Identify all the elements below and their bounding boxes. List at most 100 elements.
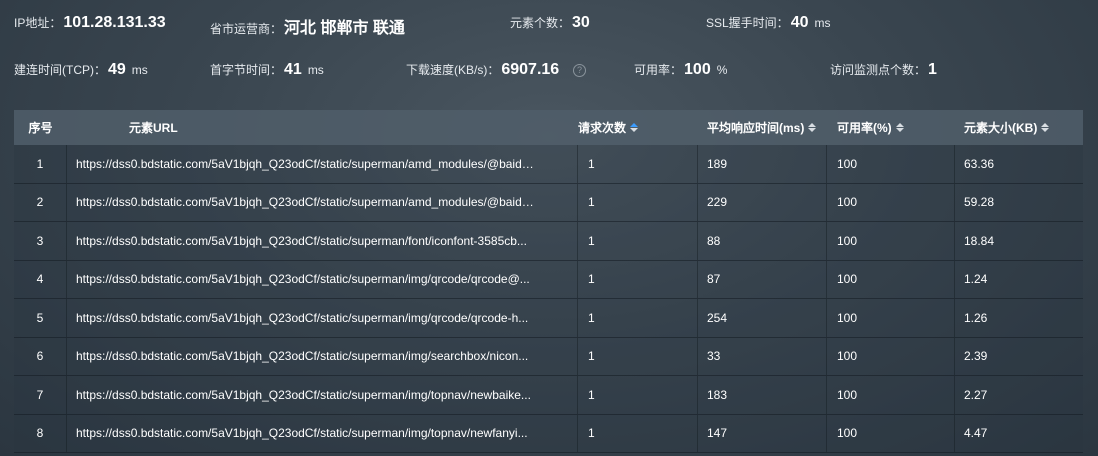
stat-tcp-value: 49 — [108, 61, 126, 78]
cell-avg-response: 33 — [698, 337, 827, 375]
cell-url: https://dss0.bdstatic.com/5aV1bjqh_Q23od… — [67, 222, 578, 260]
cell-url: https://dss0.bdstatic.com/5aV1bjqh_Q23od… — [67, 337, 578, 375]
table-row[interactable]: 4 https://dss0.bdstatic.com/5aV1bjqh_Q23… — [14, 260, 1083, 299]
cell-url: https://dss0.bdstatic.com/5aV1bjqh_Q23od… — [67, 414, 578, 452]
header-size-label: 元素大小(KB) — [964, 121, 1038, 135]
table-header: 序号 元素URL 请求次数 平均响应时间(ms) 可用率(%) 元素大小(KB) — [14, 110, 1083, 145]
cell-request-count: 1 — [578, 222, 698, 260]
cell-request-count: 1 — [578, 260, 698, 298]
cell-size: 18.84 — [964, 233, 995, 248]
stat-ssl-value: 40 — [790, 14, 809, 31]
header-url: 元素URL — [67, 110, 578, 145]
cell-availability: 100 — [827, 337, 955, 375]
stat-ip: IP地址： 101.28.131.33 — [14, 14, 166, 32]
stat-isp: 省市运营商： 河北 邯郸市 联通 — [210, 14, 405, 38]
cell-index: 5 — [14, 299, 67, 337]
header-availability[interactable]: 可用率(%) — [827, 110, 955, 145]
stat-ip-label: IP地址： — [14, 16, 62, 30]
cell-availability: 100 — [827, 376, 955, 414]
cell-avg-response: 183 — [698, 376, 827, 414]
stat-isp-value: 河北 邯郸市 联通 — [284, 20, 405, 37]
stat-isp-label: 省市运营商： — [210, 22, 283, 36]
table-row[interactable]: 6 https://dss0.bdstatic.com/5aV1bjqh_Q23… — [14, 337, 1083, 376]
header-request-count-label: 请求次数 — [578, 121, 627, 135]
cell-url-text: https://dss0.bdstatic.com/5aV1bjqh_Q23od… — [76, 156, 536, 171]
sort-icon[interactable] — [1041, 123, 1050, 132]
cell-avg-response: 254 — [698, 299, 827, 337]
header-index: 序号 — [14, 110, 67, 145]
table-row[interactable]: 3 https://dss0.bdstatic.com/5aV1bjqh_Q23… — [14, 222, 1083, 261]
cell-url-text: https://dss0.bdstatic.com/5aV1bjqh_Q23od… — [76, 387, 531, 402]
stat-tcp: 建连时间(TCP)： 49 ms — [14, 61, 148, 79]
cell-url-text: https://dss0.bdstatic.com/5aV1bjqh_Q23od… — [76, 272, 530, 287]
cell-request-count: 1 — [578, 299, 698, 337]
cell-size: 1.26 — [964, 310, 988, 325]
cell-request-count: 1 — [578, 337, 698, 375]
stat-availability-value: 100 — [684, 61, 711, 78]
header-index-label: 序号 — [28, 121, 53, 135]
cell-availability: 100 — [827, 222, 955, 260]
stat-ttfb: 首字节时间： 41 ms — [210, 61, 324, 79]
cell-size: 63.36 — [964, 156, 995, 171]
cell-url-text: https://dss0.bdstatic.com/5aV1bjqh_Q23od… — [76, 195, 536, 210]
stat-ssl: SSL握手时间： 40 ms — [706, 14, 830, 32]
cell-index: 1 — [14, 145, 67, 183]
stat-ssl-unit: ms — [814, 16, 831, 30]
cell-index: 6 — [14, 337, 67, 375]
header-avg-response[interactable]: 平均响应时间(ms) — [698, 110, 827, 145]
cell-index: 3 — [14, 222, 67, 260]
sort-icon[interactable] — [895, 123, 904, 132]
cell-availability: 100 — [827, 145, 955, 183]
table-row[interactable]: 2 https://dss0.bdstatic.com/5aV1bjqh_Q23… — [14, 183, 1083, 222]
cell-url: https://dss0.bdstatic.com/5aV1bjqh_Q23od… — [67, 260, 578, 298]
cell-availability: 100 — [827, 414, 955, 452]
elements-table: 序号 元素URL 请求次数 平均响应时间(ms) 可用率(%) 元素大小(KB)… — [14, 110, 1083, 453]
stat-speed-label: 下载速度(KB/s)： — [406, 63, 500, 77]
stat-speed: 下载速度(KB/s)： 6907.16 — [406, 61, 559, 79]
cell-url: https://dss0.bdstatic.com/5aV1bjqh_Q23od… — [67, 299, 578, 337]
stat-tcp-unit: ms — [131, 63, 148, 77]
cell-avg-response: 88 — [698, 222, 827, 260]
cell-size: 4.47 — [964, 426, 988, 441]
cell-request-count: 1 — [578, 183, 698, 221]
table-row[interactable]: 1 https://dss0.bdstatic.com/5aV1bjqh_Q23… — [14, 145, 1083, 184]
header-avg-response-label: 平均响应时间(ms) — [707, 121, 805, 135]
table-row[interactable]: 5 https://dss0.bdstatic.com/5aV1bjqh_Q23… — [14, 299, 1083, 338]
header-size[interactable]: 元素大小(KB) — [955, 110, 1083, 145]
question-circle-icon[interactable]: ? — [573, 64, 586, 77]
cell-avg-response: 189 — [698, 145, 827, 183]
cell-url: https://dss0.bdstatic.com/5aV1bjqh_Q23od… — [67, 183, 578, 221]
cell-avg-response: 87 — [698, 260, 827, 298]
cell-availability: 100 — [827, 183, 955, 221]
stat-availability-unit: % — [716, 63, 728, 77]
cell-url-text: https://dss0.bdstatic.com/5aV1bjqh_Q23od… — [76, 233, 527, 248]
stat-ttfb-label: 首字节时间： — [210, 63, 283, 77]
cell-avg-response: 229 — [698, 183, 827, 221]
sort-icon[interactable] — [630, 123, 639, 132]
cell-url-text: https://dss0.bdstatic.com/5aV1bjqh_Q23od… — [76, 426, 528, 441]
sort-icon[interactable] — [808, 123, 817, 132]
header-request-count[interactable]: 请求次数 — [578, 110, 698, 145]
table-row[interactable]: 7 https://dss0.bdstatic.com/5aV1bjqh_Q23… — [14, 376, 1083, 415]
cell-url-text: https://dss0.bdstatic.com/5aV1bjqh_Q23od… — [76, 310, 529, 325]
cell-size: 59.28 — [964, 195, 995, 210]
cell-avg-response: 147 — [698, 414, 827, 452]
stat-availability: 可用率： 100 % — [634, 61, 727, 79]
summary-stats: IP地址： 101.28.131.33 省市运营商： 河北 邯郸市 联通 元素个… — [0, 0, 1098, 110]
cell-availability: 100 — [827, 260, 955, 298]
table-row[interactable]: 8 https://dss0.bdstatic.com/5aV1bjqh_Q23… — [14, 414, 1083, 453]
stat-monitors-value: 1 — [928, 61, 937, 78]
cell-url: https://dss0.bdstatic.com/5aV1bjqh_Q23od… — [67, 145, 578, 183]
stat-speed-value: 6907.16 — [501, 61, 560, 78]
stat-elements: 元素个数： 30 — [510, 14, 590, 32]
stat-ip-value: 101.28.131.33 — [63, 14, 166, 31]
table-body: 1 https://dss0.bdstatic.com/5aV1bjqh_Q23… — [14, 145, 1083, 453]
cell-request-count: 1 — [578, 145, 698, 183]
cell-size: 2.39 — [964, 349, 988, 364]
stat-monitors: 访问监测点个数： 1 — [830, 61, 937, 79]
stat-ttfb-unit: ms — [307, 63, 324, 77]
cell-url-text: https://dss0.bdstatic.com/5aV1bjqh_Q23od… — [76, 349, 529, 364]
stat-monitors-label: 访问监测点个数： — [830, 63, 927, 77]
cell-index: 4 — [14, 260, 67, 298]
cell-request-count: 1 — [578, 414, 698, 452]
